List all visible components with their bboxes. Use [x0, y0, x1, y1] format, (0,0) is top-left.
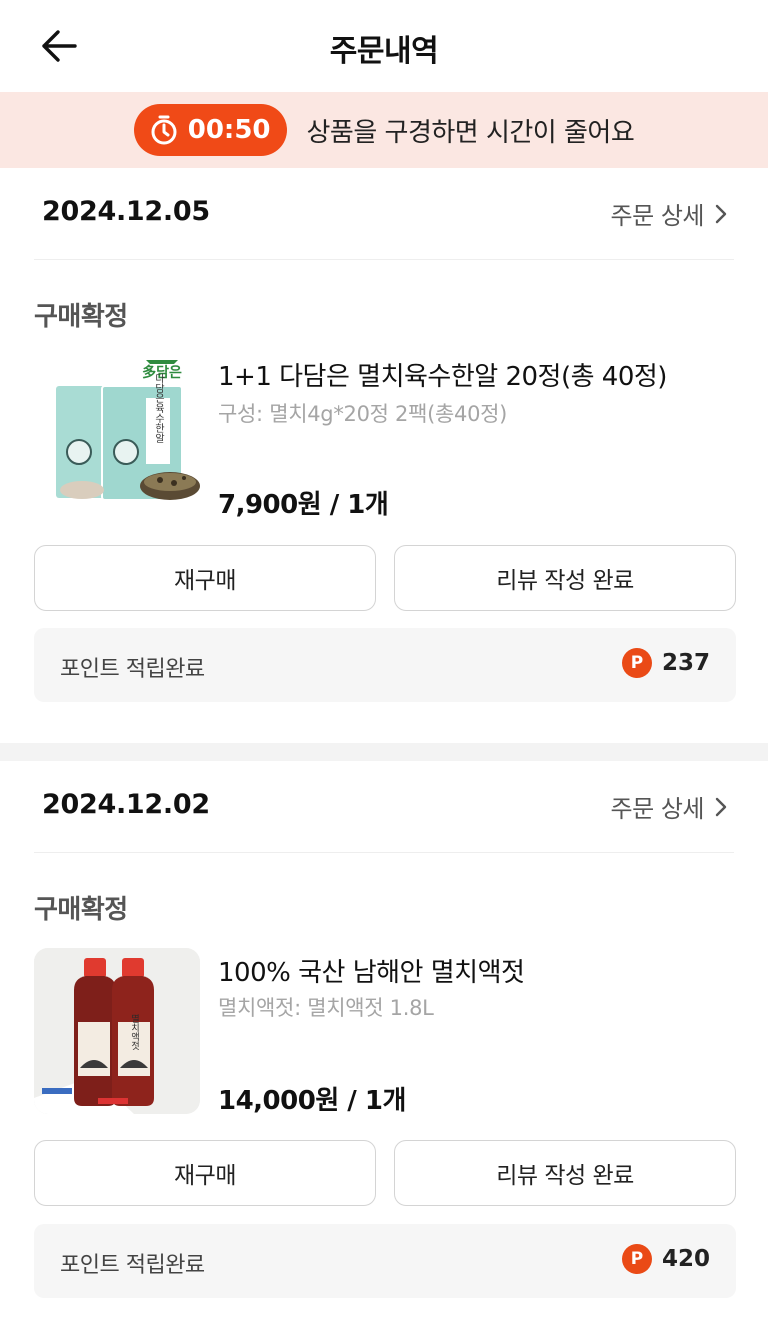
order-detail-label: 주문 상세 — [610, 202, 705, 230]
product-image-anchovy-sauce: 멸치액젓 — [34, 948, 200, 1114]
point-value: 420 — [661, 1246, 710, 1272]
order-date: 2024.12.02 — [42, 789, 210, 820]
order-card: 2024.12.02 주문 상세 구매확정 멸치액젓 100% 국산 남해안 멸… — [0, 761, 768, 1323]
timer-value: 00:50 — [187, 115, 271, 145]
product-thumbnail[interactable]: 多담은 다담은육수한알 — [34, 352, 200, 518]
point-earned-box: 포인트 적립완료 P 237 — [34, 628, 736, 702]
rebuy-button[interactable]: 재구매 — [34, 1140, 376, 1206]
order-card: 2024.12.05 주문 상세 구매확정 多담은 다담은육수한알 1+1 다담… — [0, 168, 768, 743]
timer-badge: 00:50 — [133, 104, 287, 156]
stopwatch-icon — [151, 115, 177, 145]
product-option: 구성: 멸치4g*20정 2팩(총40정) — [218, 402, 508, 426]
chevron-right-icon — [715, 797, 727, 816]
product-price: 14,000원 / 1개 — [218, 1086, 406, 1116]
order-status: 구매확정 — [34, 895, 128, 925]
review-complete-button[interactable]: 리뷰 작성 완료 — [394, 1140, 736, 1206]
point-earned-box: 포인트 적립완료 P 420 — [34, 1224, 736, 1298]
page-title: 주문내역 — [329, 34, 439, 69]
product-image-broth-tablets: 多담은 다담은육수한알 — [34, 352, 200, 518]
product-thumbnail[interactable]: 멸치액젓 — [34, 948, 200, 1114]
order-detail-link[interactable]: 주문 상세 — [611, 789, 728, 824]
rebuy-button[interactable]: 재구매 — [34, 545, 376, 611]
order-detail-link[interactable]: 주문 상세 — [611, 196, 728, 231]
product-price: 7,900원 / 1개 — [218, 490, 389, 520]
timer-message: 상품을 구경하면 시간이 줄어요 — [306, 117, 635, 148]
review-complete-button[interactable]: 리뷰 작성 완료 — [394, 545, 736, 611]
order-detail-label: 주문 상세 — [610, 795, 705, 823]
point-label: 포인트 적립완료 — [60, 657, 205, 682]
thumb-label-text: 멸치액젓 — [129, 1014, 139, 1051]
thumb-label-text: 다담은육수한알 — [153, 373, 165, 443]
product-option: 멸치액젓: 멸치액젓 1.8L — [218, 996, 434, 1020]
point-badge-icon: P — [621, 1244, 652, 1274]
chevron-right-icon — [715, 204, 727, 223]
order-status: 구매확정 — [34, 302, 128, 332]
point-label: 포인트 적립완료 — [60, 1253, 205, 1278]
order-header: 2024.12.02 주문 상세 — [34, 761, 734, 853]
order-date: 2024.12.05 — [42, 196, 210, 227]
order-header: 2024.12.05 주문 상세 — [34, 168, 734, 260]
timer-banner: 00:50 상품을 구경하면 시간이 줄어요 — [0, 92, 768, 168]
section-divider — [0, 743, 768, 761]
product-name[interactable]: 100% 국산 남해안 멸치액젓 — [218, 952, 525, 989]
point-value: 237 — [661, 650, 710, 676]
point-value-group: P 420 — [621, 1244, 710, 1274]
product-name[interactable]: 1+1 다담은 멸치육수한알 20정(총 40정) — [218, 356, 667, 393]
point-value-group: P 237 — [621, 648, 710, 678]
app-header: 주문내역 — [0, 0, 768, 92]
point-badge-icon: P — [621, 648, 652, 678]
